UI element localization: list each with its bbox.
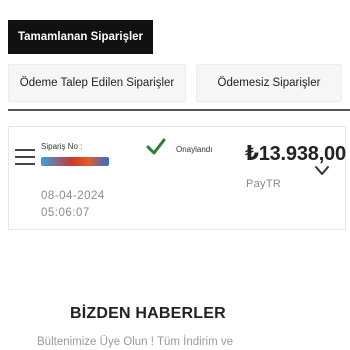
order-number-redacted	[41, 157, 109, 166]
tab-completed-orders[interactable]: Tamamlanan Siparişler	[8, 20, 153, 54]
order-card[interactable]: Sipariş No : Onaylandı ₺13.938,00 PayTR …	[8, 126, 346, 230]
filter-payment-requested-button[interactable]: Ödeme Talep Edilen Siparişler	[8, 64, 186, 102]
order-status: Onaylandı	[176, 145, 213, 154]
order-date: 08-04-2024	[41, 190, 105, 202]
check-icon	[146, 138, 166, 155]
menu-icon[interactable]	[15, 149, 35, 167]
filter-divider	[8, 109, 350, 111]
filter-unpaid-button[interactable]: Ödemesiz Siparişler	[196, 64, 342, 102]
newsletter-text: Bültenimize Üye Olun ! Tüm İndirim ve	[37, 336, 233, 348]
chevron-down-icon[interactable]	[314, 165, 330, 177]
order-amount: ₺13.938,00	[245, 143, 346, 165]
payment-provider: PayTR	[246, 178, 282, 190]
order-filter-row: Ödeme Talep Edilen Siparişler Ödemesiz S…	[8, 64, 350, 111]
order-number-label: Sipariş No :	[41, 142, 83, 151]
order-time: 05:06:07	[41, 207, 90, 219]
newsletter-title: BİZDEN HABERLER	[70, 305, 226, 322]
